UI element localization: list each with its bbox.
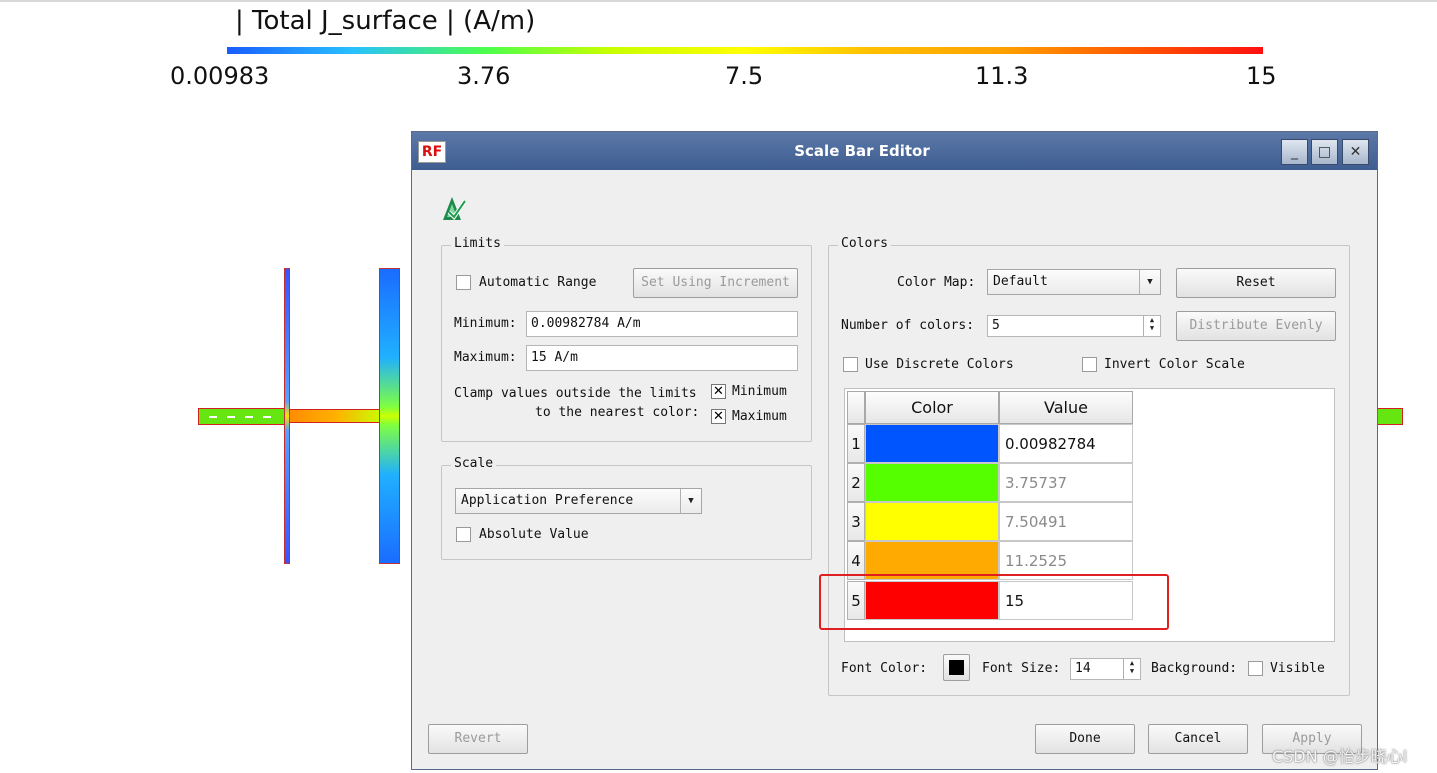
column-header-color[interactable]: Color [865, 391, 999, 424]
maximize-button[interactable]: □ [1311, 139, 1338, 165]
watermark: CSDN @怡步晓心l [1272, 747, 1408, 766]
spin-arrows-icon[interactable]: ▲ ▼ [1143, 316, 1160, 336]
limits-group-label: Limits [451, 236, 504, 251]
invert-color-scale-label: Invert Color Scale [1104, 357, 1245, 372]
use-discrete-colors-label: Use Discrete Colors [865, 357, 1014, 372]
feedline-right [1376, 408, 1403, 425]
clamp-label-line2: to the nearest color: [535, 405, 700, 420]
scale-mode-value: Application Preference [461, 493, 634, 508]
font-size-spinbox[interactable]: 14 ▲ ▼ [1070, 658, 1141, 680]
value-cell: 7.50491 [999, 502, 1133, 541]
feedline-middle [288, 409, 383, 423]
scale-bar-editor-dialog: RF Scale Bar Editor _ □ ✕ Limits Automat… [411, 131, 1378, 770]
maximum-label: Maximum: [454, 350, 517, 365]
clamp-maximum-label: Maximum [732, 409, 787, 424]
absolute-value-label: Absolute Value [479, 527, 589, 542]
absolute-value-checkbox[interactable] [456, 527, 471, 542]
valid-check-icon [440, 195, 468, 223]
color-swatch-cell[interactable] [865, 502, 999, 541]
row-header[interactable]: 2 [847, 463, 865, 502]
scale-bar-gradient [227, 47, 1263, 54]
scale-bar-tick: 3.76 [457, 62, 511, 90]
color-swatch-cell[interactable] [865, 424, 999, 463]
set-using-increment-button[interactable]: Set Using Increment [633, 268, 798, 298]
chevron-down-icon: ▼ [1139, 270, 1160, 294]
use-discrete-colors-checkbox[interactable] [843, 357, 858, 372]
table-corner [847, 391, 865, 424]
color-map-label: Color Map: [897, 275, 976, 290]
scale-bar-tick: 11.3 [975, 62, 1029, 90]
font-color-button[interactable] [943, 654, 970, 681]
title-bar[interactable]: RF Scale Bar Editor _ □ ✕ [412, 132, 1377, 170]
reset-button[interactable]: Reset [1176, 268, 1336, 298]
scale-bar-tick: 0.00983 [170, 62, 270, 90]
minimum-field[interactable]: 0.00982784 A/m [526, 311, 798, 337]
font-color-label: Font Color: [841, 661, 928, 676]
automatic-range-checkbox[interactable] [456, 275, 471, 290]
font-size-value: 14 [1075, 661, 1091, 676]
dialog-title: Scale Bar Editor [794, 142, 930, 160]
clamp-label-line1: Clamp values outside the limits [454, 386, 697, 401]
spin-arrows-icon[interactable]: ▲ ▼ [1123, 659, 1140, 679]
scale-bar-tick: 15 [1246, 62, 1277, 90]
scale-bar-title: | Total J_surface | (A/m) [235, 6, 536, 36]
value-cell: 3.75737 [999, 463, 1133, 502]
row-header[interactable]: 3 [847, 502, 865, 541]
scale-bar-tick: 7.5 [725, 62, 764, 90]
value-cell[interactable]: 0.00982784 [999, 424, 1133, 463]
scale-mode-dropdown[interactable]: Application Preference ▼ [455, 488, 702, 514]
invert-color-scale-checkbox[interactable] [1082, 357, 1097, 372]
colors-group-label: Colors [838, 236, 891, 251]
minimize-button[interactable]: _ [1281, 139, 1308, 165]
distribute-evenly-button[interactable]: Distribute Evenly [1176, 311, 1336, 341]
maximum-field[interactable]: 15 A/m [526, 345, 798, 371]
done-button[interactable]: Done [1035, 724, 1135, 754]
number-of-colors-label: Number of colors: [841, 318, 975, 333]
close-button[interactable]: ✕ [1342, 139, 1369, 165]
number-of-colors-spinbox[interactable]: 5 ▲ ▼ [987, 315, 1161, 337]
clamp-minimum-checkbox[interactable]: ✕ [711, 384, 726, 399]
row-header[interactable]: 1 [847, 424, 865, 463]
background-visible-checkbox[interactable] [1248, 661, 1263, 676]
chevron-down-icon: ▼ [680, 489, 701, 513]
scale-group-label: Scale [451, 456, 497, 471]
stub-right [379, 268, 400, 564]
font-color-swatch [949, 660, 964, 675]
top-divider [0, 0, 1437, 2]
column-header-value[interactable]: Value [999, 391, 1133, 424]
annotation-highlight [819, 574, 1169, 630]
revert-button[interactable]: Revert [428, 724, 528, 754]
clamp-maximum-checkbox[interactable]: ✕ [711, 409, 726, 424]
color-swatch-cell[interactable] [865, 463, 999, 502]
clamp-minimum-label: Minimum [732, 384, 787, 399]
color-map-value: Default [993, 274, 1048, 289]
stub-left [284, 268, 290, 564]
feedline-left [198, 408, 290, 425]
color-map-dropdown[interactable]: Default ▼ [987, 269, 1161, 295]
cancel-button[interactable]: Cancel [1148, 724, 1248, 754]
automatic-range-label: Automatic Range [479, 275, 597, 290]
background-visible-label: Visible [1270, 661, 1325, 676]
background-label: Background: [1151, 661, 1238, 676]
font-size-label: Font Size: [982, 661, 1061, 676]
number-of-colors-value: 5 [992, 318, 1000, 333]
minimum-label: Minimum: [454, 316, 517, 331]
